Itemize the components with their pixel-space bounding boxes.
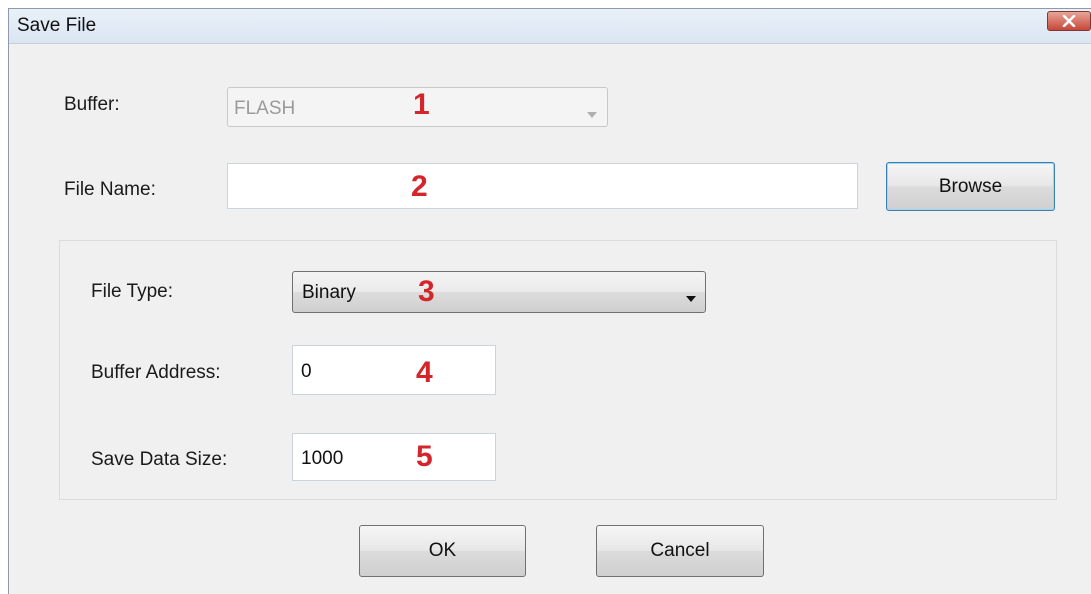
marker-1: 1: [413, 88, 430, 121]
cancel-button-label: Cancel: [650, 540, 710, 561]
close-button[interactable]: [1047, 11, 1091, 31]
file-name-label: File Name:: [64, 179, 156, 200]
browse-button-label: Browse: [938, 175, 1003, 197]
marker-2: 2: [411, 170, 428, 203]
chevron-down-icon: [686, 289, 696, 307]
file-name-input[interactable]: [227, 163, 858, 209]
save-file-dialog: Save File Buffer: FLASH 1 File Name: 2 B…: [8, 8, 1091, 594]
ok-button-label: OK: [428, 540, 457, 561]
save-data-size-input[interactable]: 1000: [292, 433, 496, 481]
browse-button[interactable]: Browse: [886, 162, 1055, 211]
file-type-value: Binary: [302, 282, 356, 303]
marker-3: 3: [418, 275, 435, 308]
marker-4: 4: [416, 356, 433, 389]
chevron-down-icon: [587, 105, 597, 123]
save-data-size-value: 1000: [301, 448, 344, 469]
title-bar[interactable]: Save File: [9, 9, 1091, 44]
buffer-value: FLASH: [234, 98, 296, 119]
marker-5: 5: [416, 440, 433, 473]
file-type-label: File Type:: [91, 281, 174, 302]
buffer-address-value: 0: [301, 361, 312, 382]
buffer-label: Buffer:: [64, 94, 120, 115]
file-type-dropdown[interactable]: Binary: [292, 271, 706, 313]
buffer-address-label: Buffer Address:: [91, 362, 221, 383]
close-icon: [1062, 15, 1076, 27]
ok-button[interactable]: OK: [359, 525, 526, 577]
buffer-address-input[interactable]: 0: [292, 345, 496, 395]
save-data-size-label: Save Data Size:: [91, 449, 228, 470]
window-title: Save File: [17, 15, 97, 36]
dialog-content: Buffer: FLASH 1 File Name: 2 Browse File…: [9, 44, 1091, 594]
cancel-button[interactable]: Cancel: [596, 525, 764, 577]
